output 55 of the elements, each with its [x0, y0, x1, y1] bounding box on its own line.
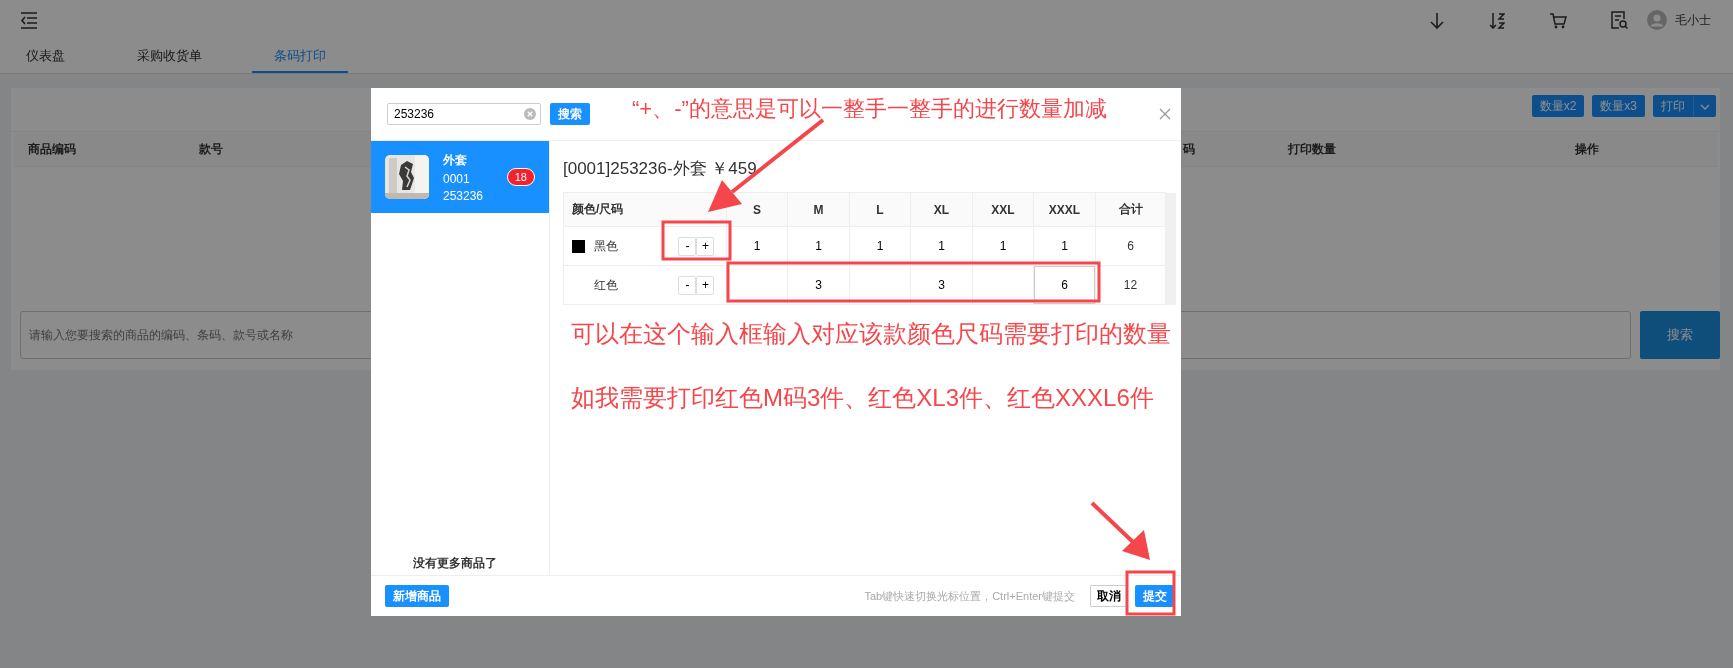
tab[interactable]: 仪表盘 [4, 40, 87, 73]
sort-icon[interactable] [1489, 11, 1505, 29]
column-header: 码 [1183, 141, 1196, 158]
cancel-button[interactable]: 取消 [1090, 585, 1128, 607]
cart-icon[interactable] [1549, 11, 1567, 29]
document-search-icon[interactable] [1611, 10, 1629, 30]
column-header: M [787, 192, 850, 227]
search-field[interactable]: 253236 [387, 103, 541, 125]
color-name: 红色 [593, 276, 619, 294]
quantity-field[interactable]: 1 [788, 227, 849, 265]
quantity-field[interactable]: 1 [850, 227, 910, 265]
total-cell: 12 [1095, 265, 1166, 305]
column-header: 合计 [1095, 192, 1166, 227]
product-code: 0001 [443, 171, 471, 186]
keyboard-hint: Tab键快速切换光标位置，Ctrl+Enter键提交 [864, 588, 1075, 604]
annotation-text: 如我需要打印红色M码3件、红色XL3件、红色XXXL6件 [571, 386, 1154, 410]
plus-button[interactable]: + [696, 275, 715, 295]
column-header: 操作 [1575, 141, 1600, 158]
column-header: 款号 [199, 141, 224, 158]
quantity-field[interactable]: 1 [1034, 227, 1095, 265]
caret-icon [1700, 104, 1710, 110]
column-header: XXXL [1033, 192, 1096, 227]
total-cell: 6 [1095, 226, 1166, 266]
column-header: 颜色/尺码 [563, 192, 727, 227]
column-header: 商品编码 [28, 141, 77, 158]
quantity-field[interactable]: 6 [1034, 266, 1095, 304]
quantity-field[interactable]: 1 [911, 227, 972, 265]
close-icon[interactable] [1159, 108, 1171, 120]
color-name: 黑色 [593, 237, 619, 255]
plus-button[interactable]: + [696, 236, 715, 256]
clear-icon[interactable] [524, 108, 536, 120]
user-name[interactable]: 毛小士 [1675, 11, 1711, 29]
quantity-field[interactable]: 3 [788, 266, 849, 304]
column-header: XL [910, 192, 973, 227]
product-title: [0001]253236-外套 ￥459 [563, 158, 758, 180]
quantity-field[interactable]: 3 [911, 266, 972, 304]
menu-icon[interactable] [20, 10, 38, 30]
column-header: 打印数量 [1288, 141, 1337, 158]
column-header: XXL [972, 192, 1034, 227]
product-item[interactable]: 外套 0001 253236 18 [371, 141, 549, 213]
quantity-field[interactable]: 1 [973, 227, 1033, 265]
list-end-text: 没有更多商品了 [412, 555, 498, 572]
product-name: 外套 [443, 151, 468, 169]
minus-button[interactable]: - [678, 236, 697, 256]
annotation-arrow [1090, 501, 1150, 560]
highlight-box [1125, 570, 1176, 616]
style-number: 253236 [443, 188, 485, 203]
download-icon[interactable] [1429, 11, 1445, 29]
column-header: L [849, 192, 911, 227]
count-badge: 18 [506, 168, 535, 186]
annotation-text: 可以在这个输入框输入对应该款颜色尺码需要打印的数量 [571, 322, 1171, 346]
annotation-text: “+、-”的意思是可以一整手一整手的进行数量加减 [632, 98, 1107, 120]
minus-button[interactable]: - [678, 275, 697, 295]
tab[interactable]: 采购收货单 [115, 40, 224, 73]
quantity-field[interactable]: 1 [727, 227, 787, 265]
